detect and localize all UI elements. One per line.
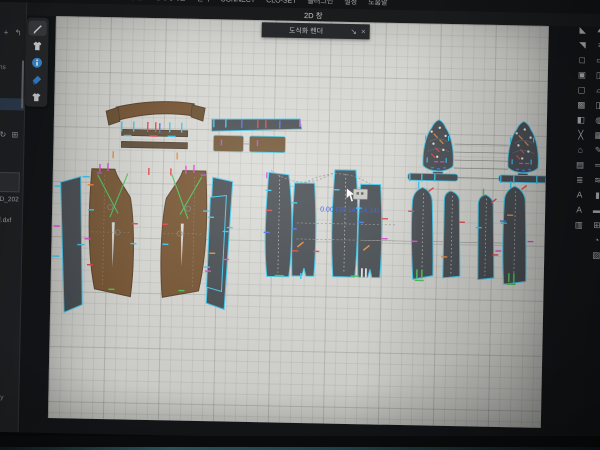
toolbar-column-2: ▰ ≡ ▭ ◫ ▱ ◨ ◍ ▦ ✎ ═ ≋ ▮ ▬ ⊞ ◔ ▨ [589, 24, 600, 262]
schematic-panel-title: 도식화 렌더 [262, 25, 351, 37]
menu-item-connect[interactable]: CONNECT [220, 0, 255, 4]
tool-icon[interactable]: ▮ [590, 189, 600, 202]
pen-tool-button[interactable] [29, 21, 47, 36]
pattern-group-pants-dark[interactable] [206, 117, 398, 295]
avatar-view-button[interactable] [27, 89, 45, 104]
view-mode-toolbar [25, 17, 49, 106]
tool-icon[interactable]: ▰ [594, 24, 600, 37]
library-file-1[interactable]: AD_202 [0, 196, 19, 203]
menu-item-render[interactable]: 렌더 [197, 0, 210, 4]
detach-icon[interactable]: ↘ [350, 27, 357, 35]
library-file-thumbnail[interactable] [0, 172, 20, 192]
measurement-readout: 0.00 (38.14, 14.14) [320, 206, 379, 214]
tool-icon[interactable]: ◧ [574, 113, 588, 126]
tool-icon[interactable]: ▣ [575, 68, 589, 81]
fabric-swatch-icon [31, 73, 43, 85]
menu-item-animation[interactable]: 애니메이션 [153, 0, 185, 4]
tool-icon[interactable]: ≋ [591, 174, 600, 187]
menu-item-fabric[interactable]: 원단 [106, 0, 119, 2]
menu-item-production[interactable]: 생산 [129, 0, 142, 3]
tool-icon[interactable]: ▦ [592, 129, 600, 142]
tool-icon[interactable]: ▱ [592, 84, 600, 97]
tool-icon[interactable]: ▤ [573, 158, 587, 171]
tool-icon[interactable]: ▥ [572, 218, 586, 231]
tool-icon[interactable]: ⊞ [590, 219, 600, 232]
tool-icon[interactable]: ⌂ [573, 143, 587, 156]
fabric-paint-button[interactable] [28, 72, 46, 87]
tool-icon[interactable]: ▢ [574, 83, 588, 96]
tool-icon[interactable]: ≣ [573, 173, 587, 186]
tool-icon[interactable]: ≡ [593, 39, 600, 52]
tool-icon[interactable]: ◨ [592, 99, 600, 112]
tool-icon[interactable]: ◍ [592, 114, 600, 127]
tool-icon[interactable]: ▬ [590, 204, 600, 217]
menu-item-plugin[interactable]: 플러그인 [307, 0, 333, 7]
schematic-panel-titlebar[interactable]: 도식화 렌더 ↘ × [262, 22, 370, 39]
pattern-view-button[interactable] [28, 38, 46, 53]
close-icon[interactable]: × [361, 28, 366, 36]
avatar-shirt-icon [30, 90, 42, 102]
monitor-screen: 3D Materials/UV 아바타 원단 생산 애니메이션 렌더 CONNE… [0, 0, 600, 444]
menu-item-clo-set[interactable]: CLO-SET [266, 0, 296, 4]
refresh-icon[interactable]: ↻ [0, 130, 6, 139]
grid-view-icon[interactable]: ⊞ [11, 130, 18, 139]
tool-icon[interactable]: ▩ [574, 98, 588, 111]
info-icon [31, 56, 43, 68]
tool-icon[interactable]: ◫ [593, 69, 600, 82]
right-toolbar: ◣ ◥ ◻ ▣ ▢ ▩ ◧ ╳ ⌂ ▤ ≣ A A ▥ ▰ ≡ ▭ ◫ ▱ ◨ … [561, 23, 600, 262]
library-file-2[interactable]: 멘.dxf [0, 214, 11, 224]
info-button[interactable] [28, 55, 46, 70]
tool-icon[interactable]: ◣ [576, 23, 590, 36]
tool-icon[interactable]: ◔ [589, 234, 600, 247]
monitor-bezel [0, 436, 600, 450]
tool-icon[interactable]: ═ [591, 159, 600, 172]
tool-icon[interactable]: ▨ [589, 249, 600, 262]
menu-item-avatar[interactable]: 아바타 [75, 0, 95, 2]
pattern-canvas-2d[interactable]: 0.00 (38.14, 14.14) [48, 16, 549, 428]
tool-icon[interactable]: ╳ [574, 128, 588, 141]
pattern-group-sleeves-dark[interactable] [361, 118, 549, 285]
tool-icon[interactable]: ◻ [575, 53, 589, 66]
tool-icon[interactable]: ◥ [575, 38, 589, 51]
text-tool-icon[interactable]: A [572, 188, 586, 201]
add-icon[interactable]: + [4, 28, 9, 37]
menu-item-help[interactable]: 도움말 [368, 0, 388, 8]
library-label: ns [0, 64, 6, 71]
photo-of-monitor: 3D Materials/UV 아바타 원단 생산 애니메이션 렌더 CONNE… [0, 0, 600, 450]
tool-icon[interactable]: ✎ [591, 144, 600, 157]
back-icon[interactable]: ↰ [15, 28, 22, 37]
tool-icon[interactable]: ▭ [593, 54, 600, 67]
text-tool-icon[interactable]: A [572, 203, 586, 216]
pen-tool-icon [32, 22, 44, 34]
pattern-scene: 0.00 (38.14, 14.14) [48, 16, 549, 428]
menu-item-settings[interactable]: 설정 [344, 0, 357, 7]
shirt-icon [31, 39, 43, 51]
library-label-bottom: rary [0, 394, 4, 401]
library-panel: + ↰ ns ↻ ⊞ AD_202 멘.dxf rary [0, 2, 27, 433]
toolbar-column-1: ◣ ◥ ◻ ▣ ▢ ▩ ◧ ╳ ⌂ ▤ ≣ A A ▥ [571, 23, 590, 261]
